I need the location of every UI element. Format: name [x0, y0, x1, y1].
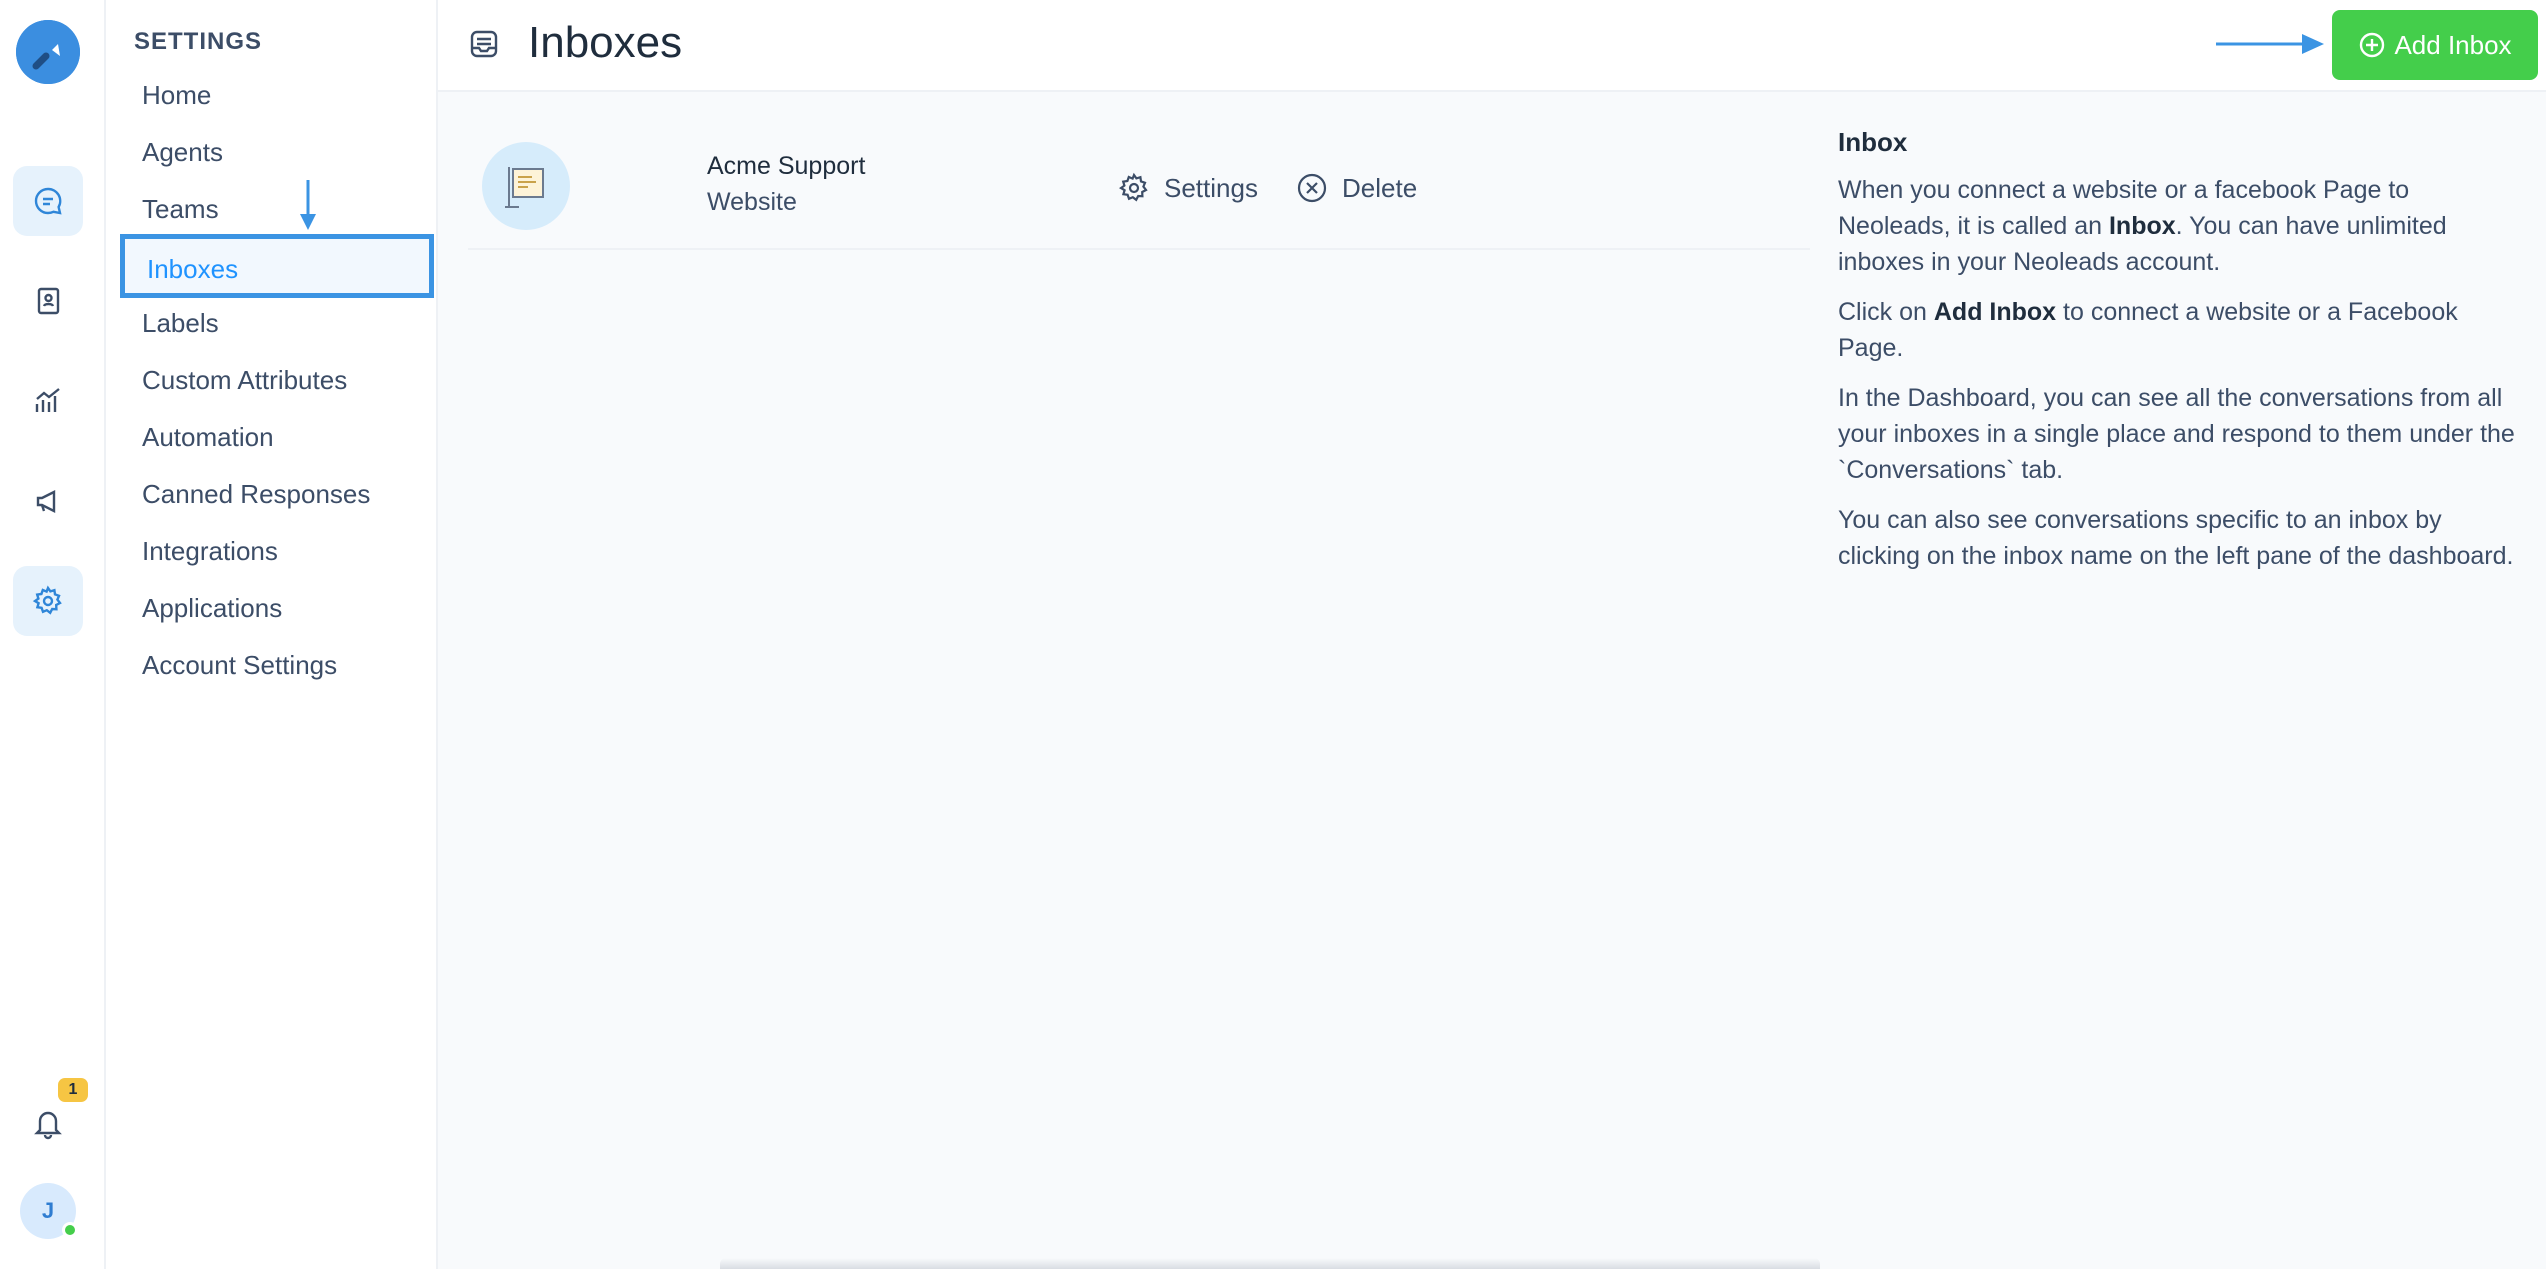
help-paragraph: You can also see conversations specific … [1838, 506, 2514, 570]
conversations-icon[interactable] [13, 166, 83, 236]
contacts-icon[interactable] [13, 266, 83, 336]
sidebar-item-account-settings[interactable]: Account Settings [142, 643, 337, 687]
add-inbox-label: Add Inbox [2394, 29, 2512, 60]
reports-icon[interactable] [13, 366, 83, 436]
gear-icon [1118, 172, 1148, 202]
inbox-delete-label: Delete [1342, 172, 1418, 203]
help-title: Inbox [1838, 127, 1908, 157]
inbox-delete-button[interactable]: Delete [1296, 170, 1417, 206]
page-title: Inboxes [528, 18, 683, 67]
inbox-settings-button[interactable]: Settings [1118, 170, 1258, 206]
annotation-arrow-right-icon [2216, 34, 2324, 54]
settings-icon[interactable] [13, 566, 83, 636]
notification-badge: 1 [58, 1078, 88, 1102]
logo-icon[interactable] [16, 20, 80, 84]
sidebar-item-teams[interactable]: Teams [142, 187, 219, 231]
plus-circle-icon [2360, 32, 2385, 58]
annotation-arrow-down-icon [300, 180, 316, 230]
inbox-settings-label: Settings [1164, 172, 1258, 203]
website-channel-icon [482, 142, 570, 230]
close-circle-icon [1297, 173, 1327, 203]
online-status-dot [62, 1222, 78, 1238]
sidebar-item-labels[interactable]: Labels [142, 301, 219, 345]
bottom-shadow-divider [720, 1258, 1820, 1269]
primary-nav-rail: 1 J [0, 0, 106, 1269]
sidebar-item-inboxes[interactable]: Inboxes [120, 234, 434, 298]
help-panel: Inbox When you connect a website or a fa… [1838, 124, 2518, 588]
campaigns-icon[interactable] [13, 466, 83, 536]
inbox-title-icon [470, 30, 498, 58]
help-paragraph: When you connect a website or a facebook… [1838, 176, 2447, 276]
sidebar-item-integrations[interactable]: Integrations [142, 529, 278, 573]
sidebar-item-automation[interactable]: Automation [142, 415, 274, 459]
sidebar-item-custom-attributes[interactable]: Custom Attributes [142, 358, 347, 402]
add-inbox-button[interactable]: Add Inbox [2332, 10, 2538, 80]
inbox-name[interactable]: Acme Support [707, 152, 865, 181]
settings-sidebar: SETTINGS Home Agents Teams Inboxes Label… [106, 0, 438, 1269]
sidebar-item-agents[interactable]: Agents [142, 130, 223, 174]
table-row: Acme Support Website Settings Delete [468, 130, 1810, 250]
sidebar-item-applications[interactable]: Applications [142, 586, 282, 630]
sidebar-item-canned-responses[interactable]: Canned Responses [142, 472, 370, 516]
help-paragraph: In the Dashboard, you can see all the co… [1838, 384, 2515, 484]
bell-icon[interactable] [20, 1095, 76, 1151]
settings-heading: SETTINGS [134, 28, 263, 55]
sidebar-item-home[interactable]: Home [142, 73, 211, 117]
help-paragraph: Click on Add Inbox to connect a website … [1838, 298, 2458, 362]
inbox-channel-type: Website [707, 188, 797, 216]
